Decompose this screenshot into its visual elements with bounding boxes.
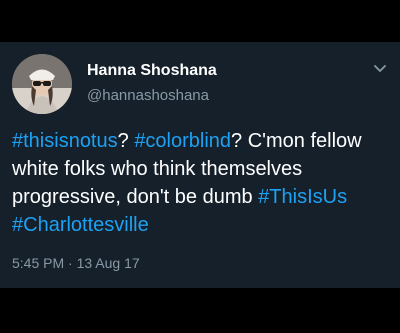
display-name[interactable]: Hanna Shoshana bbox=[87, 62, 217, 80]
hashtag-charlottesville[interactable]: #Charlottesville bbox=[12, 214, 149, 236]
tweet-timestamp[interactable]: 5:45 PM · 13 Aug 17 bbox=[12, 255, 140, 271]
avatar-image bbox=[12, 54, 72, 114]
timestamp-separator: · bbox=[64, 255, 77, 271]
tweet-text-segment: ? bbox=[117, 130, 135, 152]
hashtag-thisisnotus[interactable]: #thisisnotus bbox=[12, 130, 118, 152]
user-handle[interactable]: @hannashoshana bbox=[87, 87, 209, 104]
chevron-down-icon[interactable] bbox=[370, 58, 390, 78]
tweet-time: 5:45 PM bbox=[12, 255, 65, 271]
tweet-text: #thisisnotus? #colorblind? C'mon fellow … bbox=[12, 127, 392, 239]
hashtag-colorblind[interactable]: #colorblind bbox=[134, 130, 231, 152]
avatar[interactable] bbox=[12, 54, 72, 114]
tweet-date: 13 Aug 17 bbox=[76, 255, 140, 271]
hashtag-thisisus[interactable]: #ThisIsUs bbox=[258, 186, 347, 208]
tweet-card: Hanna Shoshana @hannashoshana #thisisnot… bbox=[0, 42, 400, 288]
screenshot-frame: Hanna Shoshana @hannashoshana #thisisnot… bbox=[0, 0, 400, 333]
